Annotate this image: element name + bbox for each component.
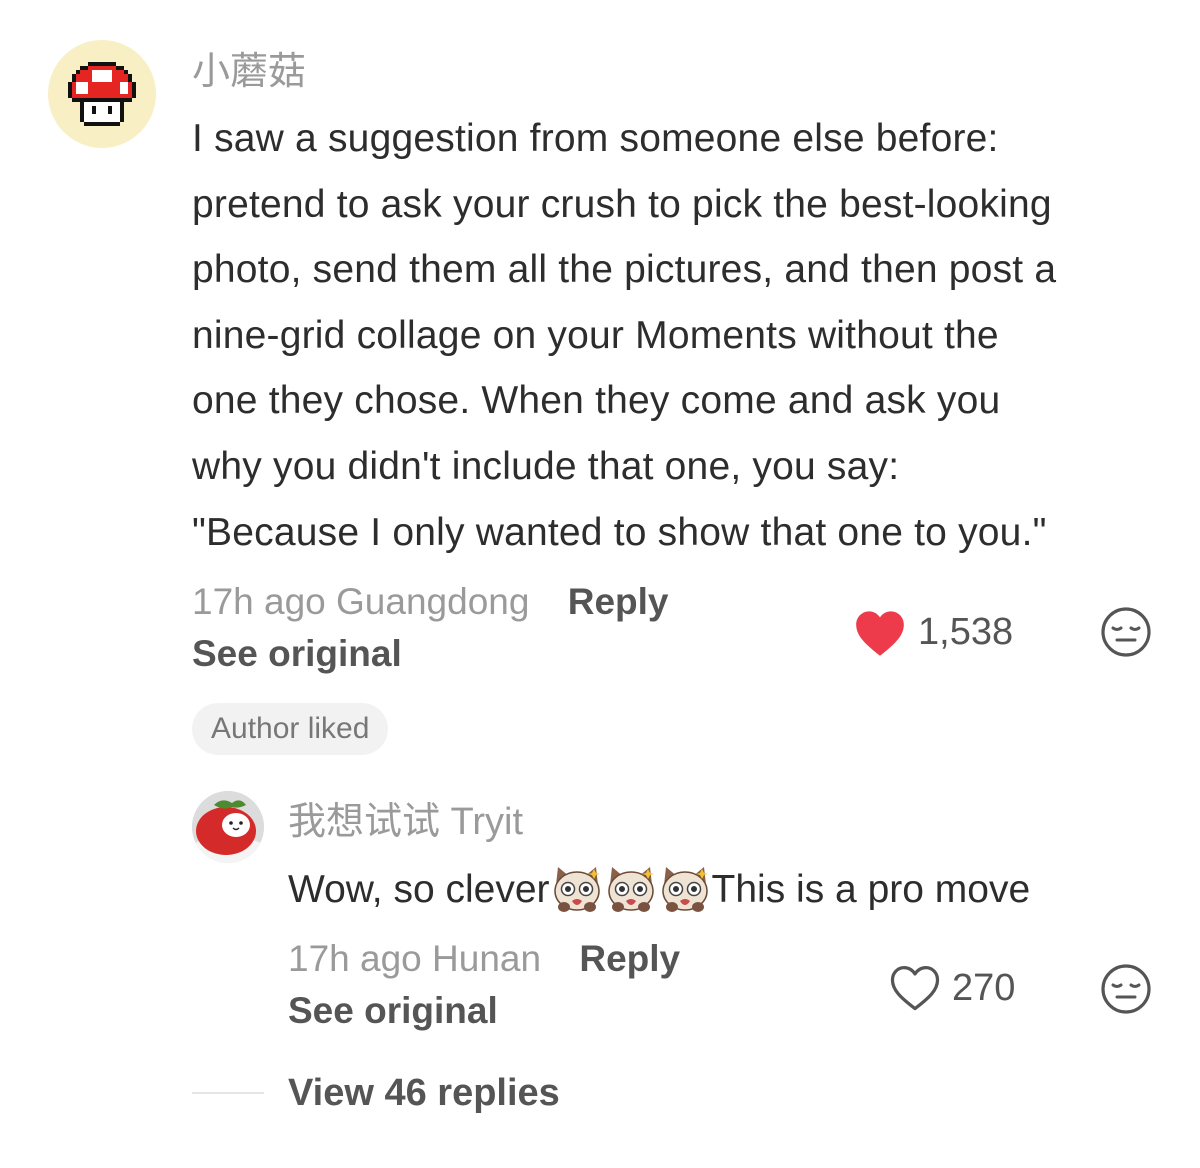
reply-text: Wow, so clever This is a pro move [288, 862, 1030, 918]
like-button[interactable] [889, 964, 941, 1017]
see-original-link[interactable]: See original [192, 632, 402, 676]
username[interactable]: 小蘑菇 [192, 50, 306, 94]
see-original-link[interactable]: See original [288, 989, 498, 1033]
timestamp: 17h ago [288, 938, 422, 979]
reply-text-start: Wow, so clever [288, 868, 550, 911]
comment-line: nine-grid collage on your Moments withou… [192, 313, 999, 357]
comment-line: photo, send them all the pictures, and t… [192, 248, 1057, 292]
comment-line: why you didn't include that one, you say… [192, 444, 900, 488]
like-count: 1,538 [918, 611, 1014, 653]
cat-shocked-emoji [607, 867, 654, 912]
reply-meta: 17h ago Hunan Reply [288, 937, 680, 981]
tomato-character-icon [192, 791, 264, 863]
view-replies-button[interactable]: View 46 replies [288, 1071, 560, 1115]
reply-button[interactable]: Reply [568, 581, 669, 622]
like-count: 270 [952, 967, 1016, 1009]
cat-shocked-emoji [553, 867, 600, 912]
heart-outline-icon [890, 966, 940, 1011]
neutral-face-icon [1101, 964, 1151, 1014]
comment-text: I saw a suggestion from someone else bef… [192, 106, 1177, 565]
comment-meta: 17h ago Guangdong Reply [192, 580, 668, 624]
avatar[interactable] [48, 40, 156, 148]
author-liked-badge: Author liked [192, 703, 389, 755]
timestamp: 17h ago [192, 581, 326, 622]
location: Hunan [432, 938, 542, 979]
neutral-face-icon [1101, 607, 1151, 657]
dislike-button[interactable] [1100, 963, 1152, 1020]
comment-line: pretend to ask your crush to pick the be… [192, 182, 1052, 226]
reply-button[interactable]: Reply [579, 938, 680, 979]
comment-line: one they chose. When they come and ask y… [192, 379, 1001, 423]
heart-filled-icon [856, 611, 904, 656]
divider [192, 1092, 264, 1094]
reply-avatar[interactable] [192, 791, 264, 863]
like-button[interactable] [854, 609, 906, 662]
location: Guangdong [336, 581, 530, 622]
dislike-button[interactable] [1100, 606, 1152, 663]
cat-shocked-emoji [661, 867, 708, 912]
mushroom-icon [68, 62, 136, 126]
comment-line: "Because I only wanted to show that one … [192, 510, 1047, 554]
reply-username[interactable]: 我想试试 Tryit [288, 800, 523, 844]
comment-line: I saw a suggestion from someone else bef… [192, 117, 999, 160]
reply-text-end: This is a pro move [711, 868, 1031, 911]
